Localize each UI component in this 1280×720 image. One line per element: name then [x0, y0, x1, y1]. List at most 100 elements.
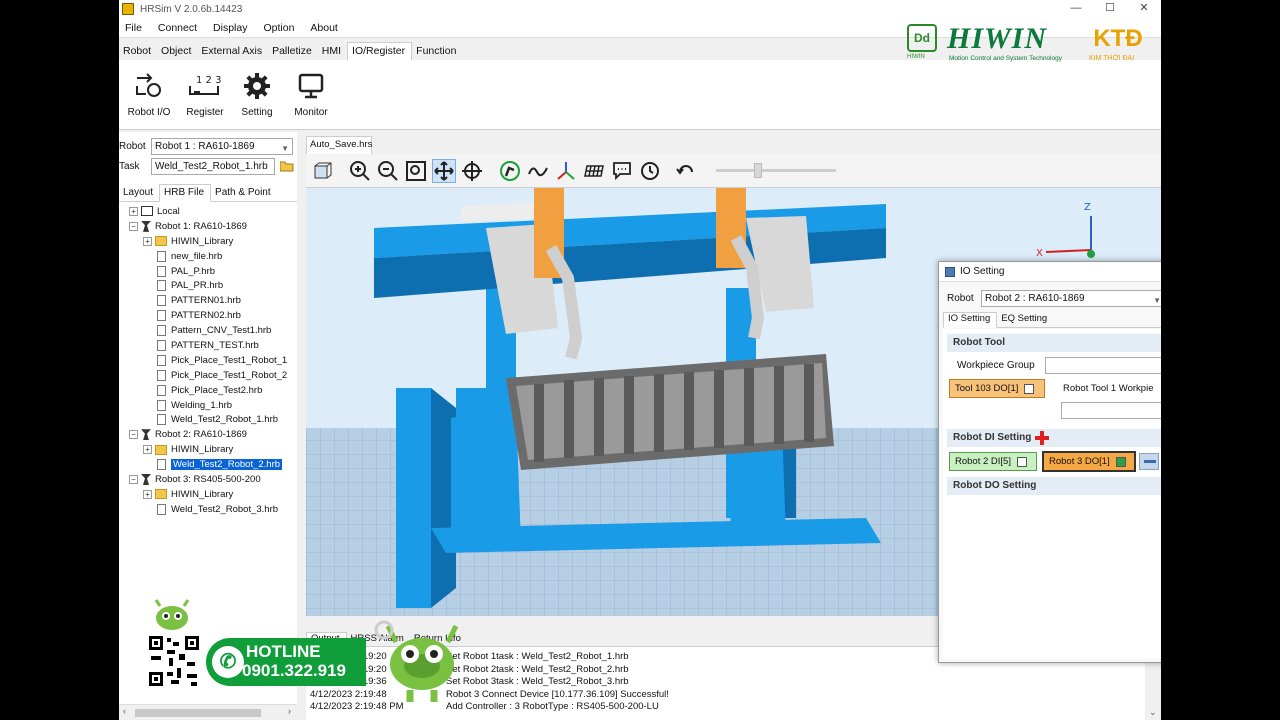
task-field[interactable]: Weld_Test2_Robot_1.hrb — [151, 157, 275, 175]
dialog-body: Robot Tool Workpiece Group Tool 103 DO[1… — [943, 329, 1161, 659]
hotline-banner[interactable]: ✆ HOTLINE 0901.322.919 — [206, 638, 366, 686]
tree-item[interactable]: + Local — [119, 204, 297, 219]
tab-eq-setting[interactable]: EQ Setting — [997, 313, 1053, 327]
tree-item[interactable]: Weld_Test2_Robot_2.hrb — [119, 457, 297, 472]
tree-item[interactable]: + HIWIN_Library — [119, 487, 297, 502]
expand-icon[interactable]: + — [143, 489, 152, 499]
tab-path-point[interactable]: Path & Point — [211, 187, 277, 201]
tree-item[interactable]: Pick_Place_Test1_Robot_1 — [119, 353, 297, 368]
dialog-robot-select[interactable]: Robot 2 : RA610-1869 ▼ — [981, 290, 1161, 307]
tree-item-label: Robot 1: RA610-1869 — [155, 220, 247, 232]
tree-item[interactable]: PAL_P.hrb — [119, 264, 297, 279]
speed-slider-knob[interactable] — [754, 163, 762, 178]
tab-layout[interactable]: Layout — [119, 187, 159, 201]
undo-view-button[interactable] — [674, 159, 698, 183]
pan-button[interactable] — [432, 159, 456, 183]
tree-item[interactable]: PAL_PR.hrb — [119, 278, 297, 293]
tree-item[interactable]: + HIWIN_Library — [119, 442, 297, 457]
tree-item[interactable]: new_file.hrb — [119, 249, 297, 264]
tree-scrollbar[interactable]: ‹ › — [119, 704, 297, 720]
undo-icon — [676, 165, 693, 175]
timer-button[interactable] — [638, 159, 662, 183]
collapse-icon[interactable]: − — [129, 221, 138, 231]
rotate-button[interactable] — [460, 159, 484, 183]
menu-display[interactable]: Display — [213, 22, 247, 34]
tool-chip-checkbox[interactable] — [1024, 383, 1035, 394]
tab-function[interactable]: Function — [412, 45, 462, 60]
tree-item[interactable]: PATTERN_TEST.hrb — [119, 338, 297, 353]
tree-item[interactable]: − Robot 1: RA610-1869 — [119, 219, 297, 234]
di-chip-1-checkbox[interactable] — [1016, 456, 1027, 467]
robot-io-icon — [136, 73, 161, 97]
robot-select[interactable]: Robot 1 : RA610-1869 ▼ — [151, 137, 293, 155]
view-cube-button[interactable] — [310, 159, 334, 183]
tree-item[interactable]: Pattern_CNV_Test1.hrb — [119, 323, 297, 338]
tab-object[interactable]: Object — [157, 45, 197, 60]
tree-item[interactable]: PATTERN01.hrb — [119, 293, 297, 308]
remove-di-button[interactable] — [1139, 453, 1159, 470]
zoom-out-button[interactable] — [376, 159, 400, 183]
tree-item[interactable]: − Robot 3: RS405-500-200 — [119, 472, 297, 487]
dd-logo: Dd — [907, 24, 937, 52]
doc-tab-autosave[interactable]: Auto_Save.hrs — [306, 136, 372, 154]
tree-item-label: Weld_Test2_Robot_3.hrb — [171, 503, 279, 515]
menu-option[interactable]: Option — [263, 22, 294, 34]
robot-view-button[interactable] — [498, 159, 522, 183]
robot-3-do1-chip[interactable]: Robot 3 DO[1] — [1042, 451, 1136, 472]
tab-io-register[interactable]: IO/Register — [347, 42, 413, 60]
tree-item[interactable]: + HIWIN_Library — [119, 234, 297, 249]
tree-item[interactable]: Welding_1.hrb — [119, 398, 297, 413]
close-button[interactable]: ✕ — [1127, 0, 1161, 18]
grid-button[interactable] — [582, 159, 606, 183]
coordinate-button[interactable] — [554, 159, 578, 183]
tool-103-do1-chip[interactable]: Tool 103 DO[1] — [949, 379, 1045, 398]
robot-tool-1-input[interactable] — [1061, 402, 1161, 419]
tree-item-label: Weld_Test2_Robot_1.hrb — [171, 414, 279, 426]
open-folder-icon[interactable] — [280, 161, 294, 172]
expand-icon[interactable]: + — [143, 445, 152, 455]
tree-item[interactable]: − Robot 2: RA610-1869 — [119, 427, 297, 442]
register-button[interactable]: 1 2 3 Register — [177, 72, 233, 118]
robot-2-di5-chip[interactable]: Robot 2 DI[5] — [949, 452, 1037, 471]
setting-button[interactable]: Setting — [229, 72, 285, 118]
tab-palletize[interactable]: Palletize — [268, 45, 318, 60]
tab-io-setting[interactable]: IO Setting — [943, 312, 998, 328]
tree-item[interactable]: Weld_Test2_Robot_3.hrb — [119, 502, 297, 517]
tab-hmi[interactable]: HMI — [318, 45, 347, 60]
robot-icon — [141, 220, 151, 232]
maximize-button[interactable]: ☐ — [1093, 0, 1127, 18]
workpiece-group-input[interactable] — [1045, 357, 1161, 374]
scroll-down-icon[interactable]: ⌄ — [1149, 707, 1157, 718]
collapse-icon[interactable]: − — [129, 474, 138, 484]
hiwin-logo: HIWIN — [947, 22, 1048, 55]
tree-item[interactable]: Pick_Place_Test1_Robot_2 — [119, 368, 297, 383]
tab-robot[interactable]: Robot — [119, 45, 157, 60]
tab-hrb-file[interactable]: HRB File — [159, 184, 212, 202]
comment-button[interactable] — [610, 159, 634, 183]
speed-slider[interactable] — [716, 163, 836, 178]
expand-icon[interactable]: + — [129, 206, 138, 216]
minimize-button[interactable]: — — [1059, 0, 1093, 18]
brand-logos: Dd HIWIN HIWIN Motion Control and System… — [907, 22, 1155, 64]
zoom-fit-button[interactable] — [404, 159, 428, 183]
zoom-in-button[interactable] — [348, 159, 372, 183]
robot-tool-1-label: Robot Tool 1 Workpie — [1063, 383, 1154, 394]
menu-file[interactable]: File — [125, 22, 142, 34]
menu-about[interactable]: About — [310, 22, 337, 34]
collapse-icon[interactable]: − — [129, 430, 138, 440]
tab-external-axis[interactable]: External Axis — [197, 45, 268, 60]
robot-io-button[interactable]: Robot I/O — [121, 72, 177, 118]
tree-item-label: Pick_Place_Test1_Robot_1 — [171, 354, 288, 366]
tree-item[interactable]: PATTERN02.hrb — [119, 308, 297, 323]
tree-item[interactable]: Pick_Place_Test2.hrb — [119, 383, 297, 398]
scroll-right-icon[interactable]: › — [288, 706, 291, 716]
path-button[interactable] — [526, 159, 550, 183]
di-chip-2-checkbox[interactable] — [1115, 456, 1126, 467]
scroll-left-icon[interactable]: ‹ — [123, 706, 126, 716]
monitor-button[interactable]: Monitor — [283, 72, 339, 118]
menu-connect[interactable]: Connect — [158, 22, 197, 34]
add-di-icon[interactable] — [1035, 431, 1049, 445]
tree-item[interactable]: Weld_Test2_Robot_1.hrb — [119, 412, 297, 427]
expand-icon[interactable]: + — [143, 236, 152, 246]
scroll-thumb[interactable] — [135, 709, 261, 717]
